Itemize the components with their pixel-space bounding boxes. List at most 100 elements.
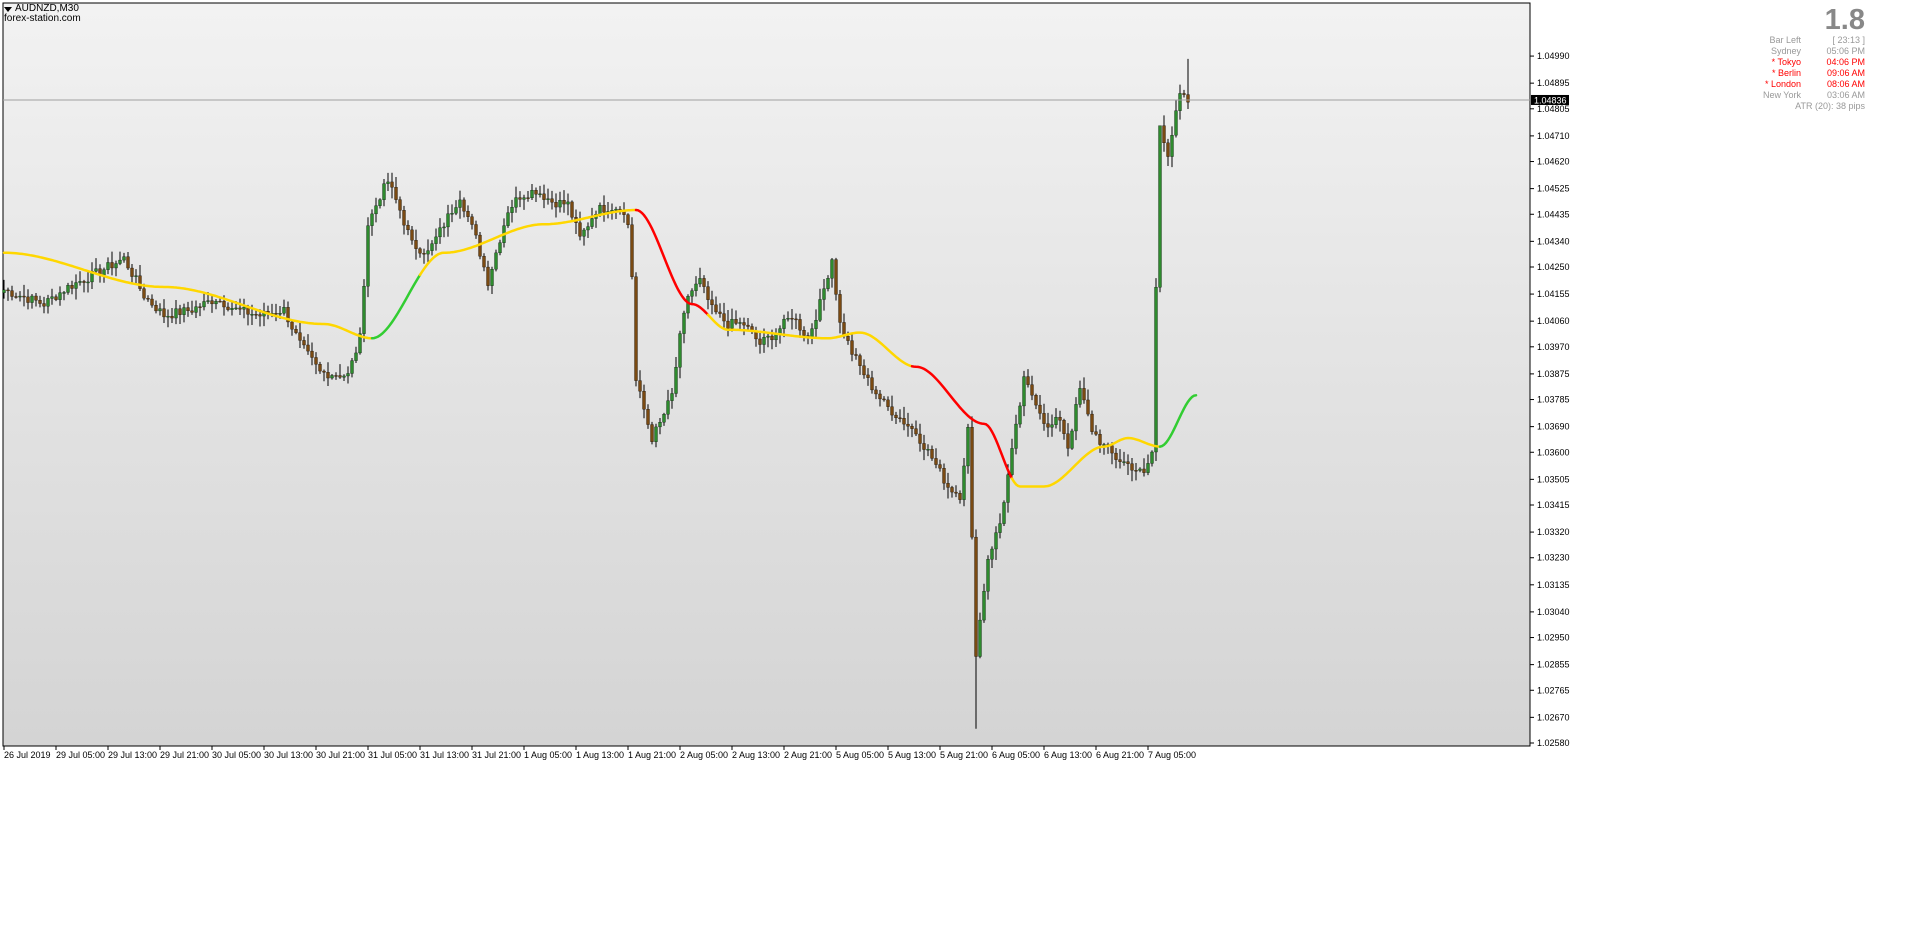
candle-body bbox=[506, 212, 510, 226]
candle-body bbox=[878, 393, 882, 400]
candle-body bbox=[914, 428, 918, 435]
candle-body bbox=[1138, 468, 1142, 471]
candle-body bbox=[1006, 474, 1010, 503]
candle-body bbox=[1094, 431, 1098, 435]
candle-body bbox=[530, 190, 534, 199]
atr-label: ATR (20): 38 pips bbox=[1795, 101, 1865, 111]
y-tick-label: 1.04155 bbox=[1537, 289, 1570, 299]
candle-body bbox=[74, 282, 78, 289]
candle-body bbox=[586, 226, 590, 231]
candle-body bbox=[938, 464, 942, 469]
candle-body bbox=[898, 417, 902, 420]
candle-body bbox=[70, 285, 74, 289]
candle-body bbox=[814, 320, 818, 329]
candle-body bbox=[890, 406, 894, 416]
session-time: [ 23:13 ] bbox=[1832, 35, 1865, 45]
candle-body bbox=[14, 296, 18, 298]
candle-body bbox=[10, 290, 14, 297]
candle-body bbox=[110, 262, 114, 269]
candle-body bbox=[746, 324, 750, 327]
x-tick-label: 31 Jul 13:00 bbox=[420, 750, 469, 760]
candle-body bbox=[906, 423, 910, 427]
candle-body bbox=[1110, 445, 1114, 454]
y-tick-label: 1.03135 bbox=[1537, 580, 1570, 590]
candle-body bbox=[922, 443, 926, 450]
candle-body bbox=[170, 315, 174, 319]
session-row: Sydney 05:06 PM bbox=[1741, 46, 1865, 57]
session-label: * Berlin bbox=[1771, 68, 1801, 78]
x-tick-label: 5 Aug 13:00 bbox=[888, 750, 936, 760]
candle-body bbox=[678, 333, 682, 368]
candle-body bbox=[314, 357, 318, 365]
candle-body bbox=[718, 311, 722, 314]
dropdown-triangle-icon[interactable] bbox=[4, 6, 12, 12]
candle-body bbox=[1030, 384, 1034, 396]
session-time: 03:06 AM bbox=[1826, 90, 1865, 100]
candle-body bbox=[830, 259, 834, 279]
session-row: Bar Left [ 23:13 ] bbox=[1741, 35, 1865, 46]
candle-body bbox=[710, 299, 714, 306]
candle-body bbox=[318, 364, 322, 372]
candle-body bbox=[26, 296, 30, 303]
candle-body bbox=[790, 317, 794, 320]
candle-body bbox=[1082, 388, 1086, 401]
candle-body bbox=[158, 308, 162, 312]
x-tick-label: 5 Aug 21:00 bbox=[940, 750, 988, 760]
candle-body bbox=[642, 391, 646, 410]
candle-body bbox=[1166, 142, 1170, 157]
x-tick-label: 31 Jul 05:00 bbox=[368, 750, 417, 760]
candle-body bbox=[130, 267, 134, 277]
candle-body bbox=[186, 307, 190, 312]
candle-body bbox=[1046, 423, 1050, 428]
y-tick-label: 1.02950 bbox=[1537, 633, 1570, 643]
candle-body bbox=[630, 224, 634, 277]
x-tick-label: 30 Jul 21:00 bbox=[316, 750, 365, 760]
candle-body bbox=[1018, 405, 1022, 425]
candle-body bbox=[690, 290, 694, 297]
candle-body bbox=[726, 320, 730, 329]
candle-body bbox=[950, 487, 954, 493]
y-tick-label: 1.04435 bbox=[1537, 209, 1570, 219]
x-tick-label: 6 Aug 21:00 bbox=[1096, 750, 1144, 760]
candle-body bbox=[714, 304, 718, 313]
candle-body bbox=[1026, 376, 1030, 385]
candle-body bbox=[206, 300, 210, 302]
candle-body bbox=[290, 321, 294, 330]
candle-body bbox=[250, 314, 254, 316]
candle-body bbox=[1114, 452, 1118, 460]
candle-body bbox=[854, 354, 858, 356]
candle-body bbox=[254, 314, 258, 316]
candle-body bbox=[394, 187, 398, 200]
candle-body bbox=[362, 286, 366, 334]
candle-body bbox=[850, 340, 854, 355]
candle-body bbox=[338, 375, 342, 378]
y-tick-label: 1.04250 bbox=[1537, 262, 1570, 272]
candle-body bbox=[566, 201, 570, 205]
candle-body bbox=[234, 307, 238, 310]
candle-body bbox=[54, 296, 58, 300]
session-info-panel: 1.8 Bar Left[ 23:13 ] Sydney 05:06 PM * Tok… bbox=[1741, 6, 1865, 112]
candle-body bbox=[482, 256, 486, 268]
candle-body bbox=[414, 240, 418, 249]
candlestick-chart[interactable]: 1.049901.048951.048051.047101.046201.045… bbox=[0, 0, 1916, 933]
candle-body bbox=[454, 207, 458, 214]
candle-body bbox=[662, 414, 666, 423]
session-time: 04:06 PM bbox=[1826, 57, 1865, 67]
candle-body bbox=[230, 308, 234, 310]
candle-body bbox=[122, 256, 126, 261]
candle-body bbox=[614, 208, 618, 211]
candle-body bbox=[34, 295, 38, 301]
candle-body bbox=[958, 493, 962, 500]
chart-area[interactable]: 1.04990 1.04895 1.04805 1.04710 1.04620 1.045… bbox=[0, 0, 1916, 933]
candle-body bbox=[1150, 451, 1154, 464]
candle-body bbox=[930, 448, 934, 459]
candle-body bbox=[798, 319, 802, 331]
candle-body bbox=[398, 199, 402, 211]
candle-body bbox=[686, 296, 690, 314]
candle-body bbox=[742, 322, 746, 326]
candle-body bbox=[1130, 463, 1134, 471]
candle-body bbox=[1002, 502, 1006, 524]
candle-body bbox=[590, 218, 594, 227]
candle-body bbox=[354, 352, 358, 361]
candle-body bbox=[934, 458, 938, 465]
